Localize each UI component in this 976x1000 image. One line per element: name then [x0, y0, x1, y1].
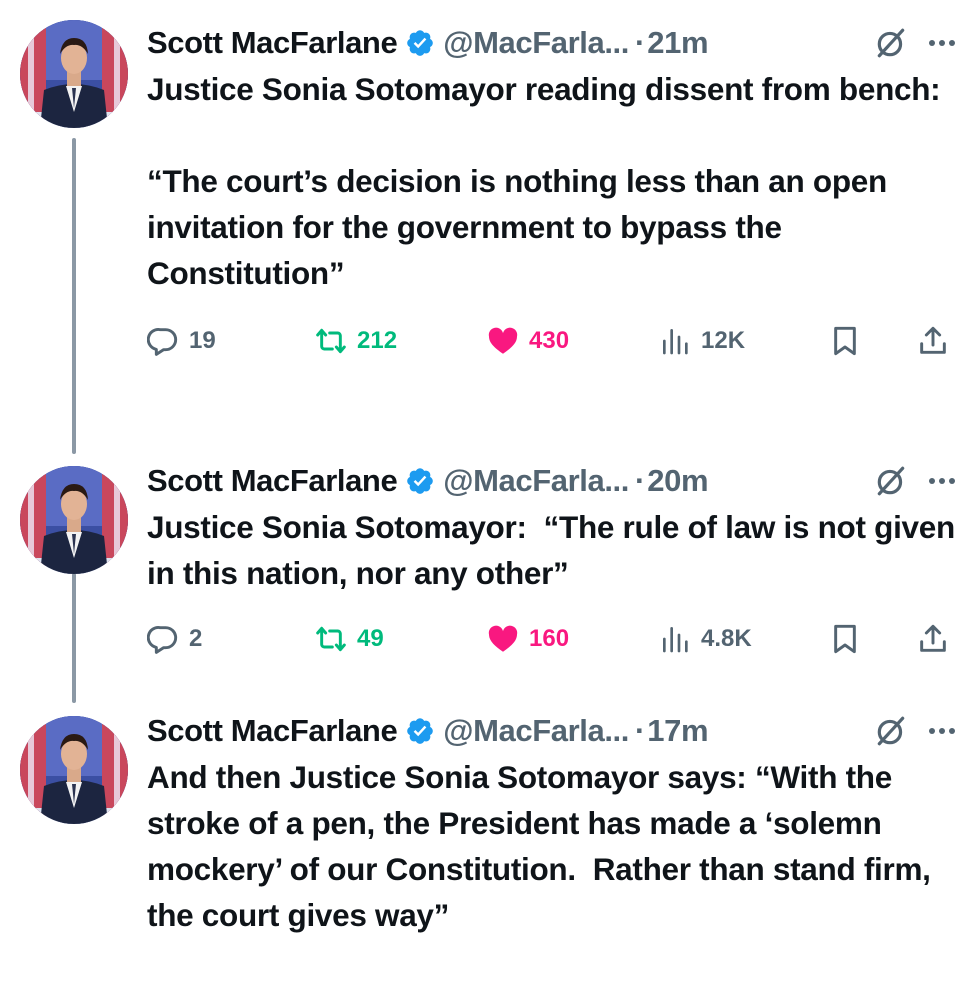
author-handle[interactable]: @MacFarla... [443, 713, 629, 749]
tweet-text: Justice Sonia Sotomayor reading dissent … [147, 71, 941, 291]
reply-count: 19 [189, 327, 216, 354]
retweet-count: 49 [357, 625, 384, 652]
tweet-text: And then Justice Sonia Sotomayor says: “… [147, 759, 940, 933]
reply-count: 2 [189, 625, 203, 652]
tweet-header: Scott MacFarlane @MacFarla... · 17m [147, 708, 958, 754]
heart-icon [487, 325, 519, 357]
more-icon[interactable] [926, 465, 958, 497]
separator-dot: · [634, 713, 646, 748]
bookmark-icon [829, 325, 861, 357]
avatar-image [20, 20, 128, 128]
tweet-header: Scott MacFarlane @MacFarla... · 20m [147, 458, 958, 504]
heart-icon [487, 623, 519, 655]
views-icon [659, 325, 691, 357]
view-count: 12K [701, 327, 746, 354]
reply-icon [147, 325, 179, 357]
reply-button[interactable]: 19 [147, 316, 216, 366]
author-name[interactable]: Scott MacFarlane [147, 713, 398, 749]
reply-button[interactable]: 2 [147, 614, 202, 664]
retweet-button[interactable]: 212 [315, 316, 397, 366]
separator-dot: · [634, 25, 646, 60]
grok-icon[interactable] [874, 714, 908, 748]
separator-dot: · [634, 463, 646, 498]
author-name[interactable]: Scott MacFarlane [147, 25, 398, 61]
like-count: 430 [529, 327, 570, 354]
grok-icon[interactable] [874, 26, 908, 60]
share-icon [917, 623, 949, 655]
retweet-button[interactable]: 49 [315, 614, 384, 664]
avatar[interactable] [20, 466, 128, 574]
verified-badge-icon [405, 466, 435, 496]
share-button[interactable] [917, 614, 959, 664]
author-name[interactable]: Scott MacFarlane [147, 463, 398, 499]
verified-badge-icon [405, 28, 435, 58]
views-icon [659, 623, 691, 655]
author-handle[interactable]: @MacFarla... [443, 463, 629, 499]
tweet-actions: 2 49 160 4.8K [147, 614, 953, 664]
tweet-actions: 19 212 430 12K [147, 316, 953, 366]
tweet-header: Scott MacFarlane @MacFarla... · 21m [147, 20, 958, 66]
views-button[interactable]: 12K [659, 316, 745, 366]
retweet-icon [315, 623, 347, 655]
avatar[interactable] [20, 716, 128, 824]
tweet-time[interactable]: 20m [647, 463, 708, 499]
bookmark-icon [829, 623, 861, 655]
more-icon[interactable] [926, 27, 958, 59]
bookmark-button[interactable] [829, 316, 871, 366]
share-icon [917, 325, 949, 357]
like-button[interactable]: 430 [487, 316, 569, 366]
tweet-time[interactable]: 21m [647, 25, 708, 61]
like-count: 160 [529, 625, 570, 652]
views-button[interactable]: 4.8K [659, 614, 752, 664]
avatar-image [20, 716, 128, 824]
more-icon[interactable] [926, 715, 958, 747]
thread-line-2 [72, 573, 76, 703]
view-count: 4.8K [701, 625, 752, 652]
tweet-time[interactable]: 17m [647, 713, 708, 749]
like-button[interactable]: 160 [487, 614, 569, 664]
share-button[interactable] [917, 316, 959, 366]
retweet-icon [315, 325, 347, 357]
bookmark-button[interactable] [829, 614, 871, 664]
grok-icon[interactable] [874, 464, 908, 498]
reply-icon [147, 623, 179, 655]
verified-badge-icon [405, 716, 435, 746]
tweet-text: Justice Sonia Sotomayor: “The rule of la… [147, 509, 964, 591]
thread-line-1 [72, 138, 76, 454]
avatar[interactable] [20, 20, 128, 128]
retweet-count: 212 [357, 327, 398, 354]
author-handle[interactable]: @MacFarla... [443, 25, 629, 61]
avatar-image [20, 466, 128, 574]
